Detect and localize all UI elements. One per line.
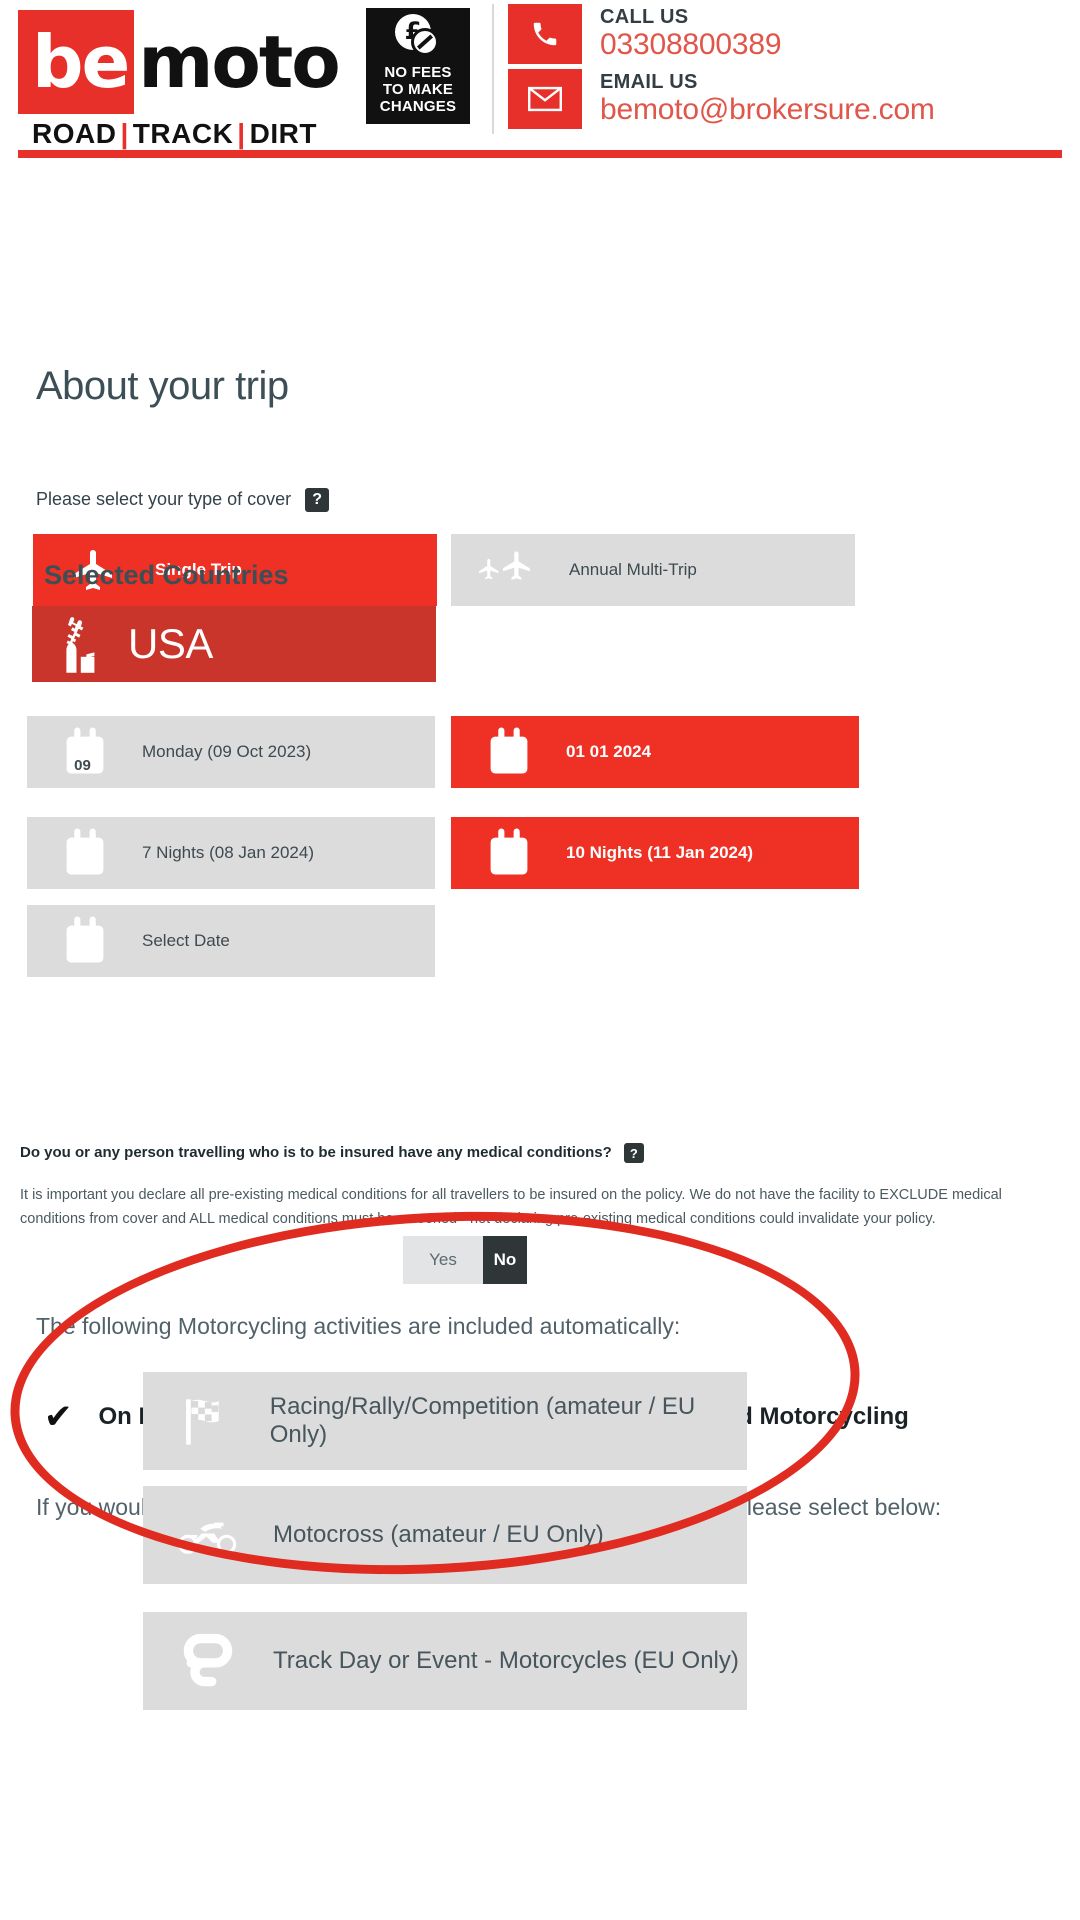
date-option-select-date-label: Select Date <box>142 931 230 950</box>
logo-tagline: ROAD | TRACK | DIRT <box>32 118 348 150</box>
medical-toggle-no[interactable]: No <box>483 1236 527 1284</box>
tagline-separator-1: | <box>120 118 129 149</box>
page-title: About your trip <box>36 364 289 408</box>
cover-option-annual-multi-trip[interactable]: Annual Multi-Trip <box>451 534 855 606</box>
cover-option-annual-multi-trip-label: Annual Multi-Trip <box>569 560 697 579</box>
contact-email-text: EMAIL US bemoto@brokersure.com <box>600 71 935 127</box>
envelope-icon <box>508 69 582 129</box>
help-icon-cover[interactable]: ? <box>305 488 330 512</box>
date-option-01-01-2024-label: 01 01 2024 <box>566 742 652 761</box>
logo-moto-text: moto <box>138 20 340 104</box>
date-option-10-nights-label: 10 Nights (11 Jan 2024) <box>566 843 754 862</box>
no-fees-line2: TO MAKE <box>382 81 454 98</box>
date-option-start-date[interactable]: 09 Monday (09 Oct 2023) <box>27 716 435 788</box>
site-header: be moto ROAD | TRACK | DIRT £ NO FEES TO MAK… <box>0 0 1080 178</box>
logo-wordmark: be moto <box>18 10 348 114</box>
calendar-icon <box>451 727 566 777</box>
medical-conditions-question: Do you or any person travelling who is t… <box>20 1143 644 1163</box>
date-option-01-01-2024[interactable]: 01 01 2024 <box>451 716 859 788</box>
no-fees-text: NO FEES TO MAKE CHANGES <box>380 64 456 115</box>
selected-countries-heading: Selected Countries <box>44 560 289 590</box>
date-option-10-nights[interactable]: 10 Nights (11 Jan 2024) <box>451 817 859 889</box>
calendar-icon <box>27 916 142 966</box>
calendar-day-number: 09 <box>74 757 91 774</box>
selected-country-usa[interactable]: USA <box>32 606 436 682</box>
tagline-dirt: DIRT <box>249 118 317 149</box>
cover-type-label: Please select your type of cover? <box>36 488 330 512</box>
multi-plane-icon <box>451 548 569 592</box>
contact-block: CALL US 03308800389 EMAIL US bemoto@brok… <box>492 4 935 134</box>
cover-type-label-text: Please select your type of cover <box>36 488 292 509</box>
calendar-icon: 09 <box>27 727 142 777</box>
medical-conditions-toggle[interactable]: Yes No <box>403 1236 527 1284</box>
calendar-icon <box>27 828 142 878</box>
date-option-start-date-label: Monday (09 Oct 2023) <box>142 742 312 761</box>
no-fees-coin-icon: £ <box>395 14 441 60</box>
logo-be-text: be <box>18 10 135 114</box>
no-fees-line1: NO FEES <box>384 64 452 81</box>
statue-of-liberty-icon <box>32 612 128 676</box>
contact-phone-text: CALL US 03308800389 <box>600 6 782 62</box>
race-track-icon <box>143 1629 273 1693</box>
phone-number[interactable]: 03308800389 <box>600 28 782 62</box>
activity-option-racing-rally-competition[interactable]: Racing/Rally/Competition (amateur / EU O… <box>143 1372 747 1470</box>
motorcycle-icon <box>143 1512 273 1558</box>
no-entry-coin <box>411 28 439 56</box>
date-option-7-nights[interactable]: 7 Nights (08 Jan 2024) <box>27 817 435 889</box>
activity-option-motocross[interactable]: Motocross (amateur / EU Only) <box>143 1486 747 1584</box>
no-fees-line3: CHANGES <box>379 98 457 115</box>
tagline-track: TRACK <box>132 118 234 149</box>
contact-phone-row[interactable]: CALL US 03308800389 <box>508 4 935 64</box>
date-option-7-nights-label: 7 Nights (08 Jan 2024) <box>142 843 314 862</box>
activity-option-motocross-label: Motocross (amateur / EU Only) <box>273 1521 604 1548</box>
page-root: be moto ROAD | TRACK | DIRT £ NO FEES TO MAK… <box>0 0 1080 1920</box>
activity-option-racing-rally-competition-label: Racing/Rally/Competition (amateur / EU O… <box>269 1393 696 1448</box>
tagline-road: ROAD <box>32 118 117 149</box>
bemoto-logo[interactable]: be moto ROAD | TRACK | DIRT <box>18 10 348 150</box>
activity-option-track-day[interactable]: Track Day or Event - Motorcycles (EU Onl… <box>143 1612 747 1710</box>
included-activities-heading: The following Motorcycling activities ar… <box>36 1313 681 1339</box>
medical-disclaimer: It is important you declare all pre-exis… <box>20 1187 1002 1227</box>
header-divider <box>18 150 1062 158</box>
email-us-label: EMAIL US <box>600 71 698 93</box>
email-address[interactable]: bemoto@brokersure.com <box>600 93 935 127</box>
help-icon-medical[interactable]: ? <box>623 1143 644 1163</box>
chequered-flag-icon <box>143 1392 270 1450</box>
call-us-label: CALL US <box>600 6 689 28</box>
date-option-select-date[interactable]: Select Date <box>27 905 435 977</box>
calendar-icon <box>451 828 566 878</box>
check-icon: ✔ <box>44 1397 73 1437</box>
medical-toggle-yes[interactable]: Yes <box>403 1236 483 1284</box>
phone-icon <box>508 4 582 64</box>
contact-email-row[interactable]: EMAIL US bemoto@brokersure.com <box>508 69 935 129</box>
tagline-separator-2: | <box>237 118 246 149</box>
no-fees-badge: £ NO FEES TO MAKE CHANGES <box>366 8 470 124</box>
medical-conditions-question-text: Do you or any person travelling who is t… <box>20 1143 612 1161</box>
activity-option-track-day-label: Track Day or Event - Motorcycles (EU Onl… <box>273 1647 739 1674</box>
selected-country-label: USA <box>128 620 213 667</box>
